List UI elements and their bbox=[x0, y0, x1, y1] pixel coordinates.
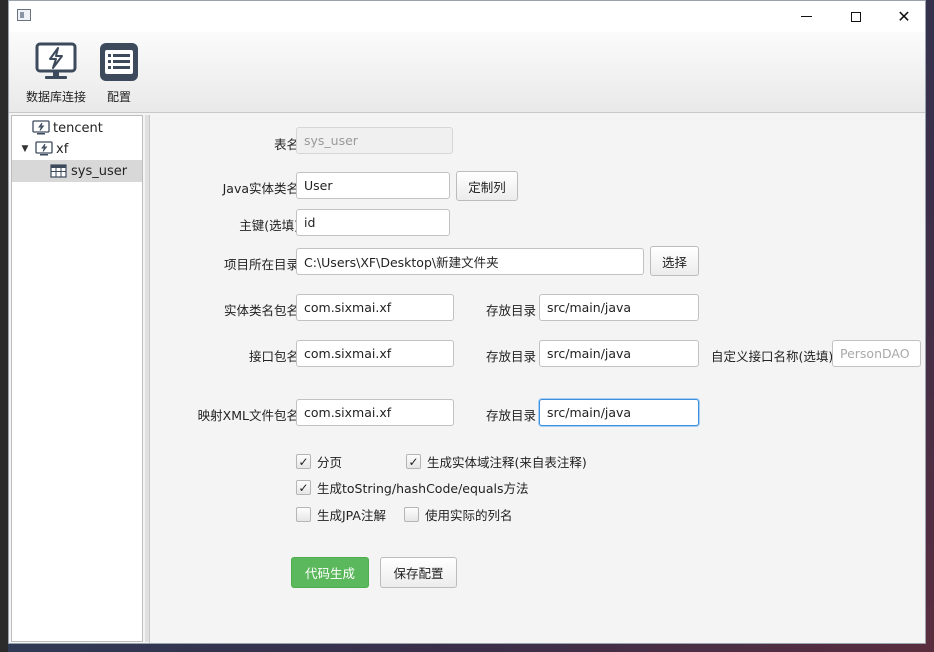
toolbar: 数据库连接 配置 bbox=[9, 32, 925, 113]
entity-class-label: Java实体类名 bbox=[222, 181, 299, 196]
jpa-checkbox[interactable]: 生成JPA注解 bbox=[296, 505, 386, 524]
close-icon: ✕ bbox=[897, 6, 911, 26]
primary-key-input[interactable] bbox=[296, 209, 450, 236]
interface-dir-input[interactable] bbox=[539, 340, 699, 367]
xml-dir-input[interactable] bbox=[539, 399, 699, 426]
app-window: ✕ 数据库连接 配置 tencent ▼ xf sys_user 表名 sys_… bbox=[8, 0, 926, 644]
xml-dir-label: 存放目录 bbox=[486, 408, 537, 423]
connection-tree: tencent ▼ xf sys_user bbox=[11, 115, 143, 642]
background-window-strip bbox=[0, 0, 8, 652]
save-config-button[interactable]: 保存配置 bbox=[380, 557, 457, 588]
db-connection-icon bbox=[35, 42, 77, 79]
checkbox-check-icon[interactable]: ✓ bbox=[296, 454, 311, 469]
paging-checkbox[interactable]: ✓ 分页 bbox=[296, 452, 342, 471]
expand-arrow-icon[interactable]: ▼ bbox=[19, 144, 31, 154]
db-connection-icon bbox=[32, 120, 50, 135]
minimize-button[interactable] bbox=[783, 1, 829, 32]
title-bar: ✕ bbox=[9, 1, 925, 32]
interface-dir-label: 存放目录 bbox=[486, 349, 537, 364]
entity-dir-label: 存放目录 bbox=[486, 303, 537, 318]
maximize-button[interactable] bbox=[833, 1, 879, 32]
checkbox-empty-icon[interactable] bbox=[404, 507, 419, 522]
db-connect-label: 数据库连接 bbox=[25, 90, 86, 104]
table-name-input bbox=[296, 127, 453, 154]
custom-interface-input[interactable] bbox=[832, 340, 921, 367]
config-button[interactable]: 配置 bbox=[95, 42, 143, 105]
db-connect-button[interactable]: 数据库连接 bbox=[23, 42, 89, 105]
table-icon bbox=[50, 164, 67, 178]
primary-key-label: 主键(选填) bbox=[239, 218, 299, 233]
maximize-icon bbox=[851, 11, 861, 22]
generate-code-button[interactable]: 代码生成 bbox=[291, 557, 369, 588]
checkbox-check-icon[interactable]: ✓ bbox=[296, 480, 311, 495]
app-icon bbox=[17, 9, 31, 21]
generator-form: 表名 Java实体类名 定制列 主键(选填) 项目所在目录 选择 实体类名包名 … bbox=[149, 115, 925, 643]
custom-interface-label: 自定义接口名称(选填) bbox=[711, 349, 834, 364]
tree-item-label: sys_user bbox=[71, 163, 128, 179]
entity-comment-checkbox[interactable]: ✓ 生成实体域注释(来自表注释) bbox=[406, 452, 587, 471]
entity-dir-input[interactable] bbox=[539, 294, 699, 321]
tree-item-sys-user[interactable]: sys_user bbox=[12, 160, 142, 182]
tree-item-label: tencent bbox=[53, 120, 103, 136]
xml-package-label: 映射XML文件包名 bbox=[197, 408, 299, 423]
close-button[interactable]: ✕ bbox=[881, 1, 927, 32]
customize-columns-button[interactable]: 定制列 bbox=[456, 171, 518, 201]
checkbox-empty-icon[interactable] bbox=[296, 507, 311, 522]
tree-item-xf[interactable]: ▼ xf bbox=[12, 138, 142, 160]
tree-item-label: xf bbox=[56, 141, 69, 157]
interface-package-label: 接口包名 bbox=[248, 349, 299, 364]
choose-dir-button[interactable]: 选择 bbox=[650, 246, 699, 276]
entity-class-input[interactable] bbox=[296, 172, 450, 199]
db-connection-icon bbox=[35, 141, 53, 156]
project-dir-input[interactable] bbox=[296, 248, 644, 275]
entity-package-input[interactable] bbox=[296, 294, 454, 321]
actual-column-checkbox[interactable]: 使用实际的列名 bbox=[404, 505, 513, 524]
minimize-icon bbox=[800, 16, 812, 17]
tostring-checkbox[interactable]: ✓ 生成toString/hashCode/equals方法 bbox=[296, 478, 529, 497]
entity-package-label: 实体类名包名 bbox=[223, 303, 299, 318]
checkbox-check-icon[interactable]: ✓ bbox=[406, 454, 421, 469]
tree-item-tencent[interactable]: tencent bbox=[12, 117, 142, 139]
interface-package-input[interactable] bbox=[296, 340, 454, 367]
config-label: 配置 bbox=[106, 90, 131, 104]
list-config-icon bbox=[100, 43, 138, 81]
xml-package-input[interactable] bbox=[296, 399, 454, 426]
project-dir-label: 项目所在目录 bbox=[223, 257, 299, 272]
